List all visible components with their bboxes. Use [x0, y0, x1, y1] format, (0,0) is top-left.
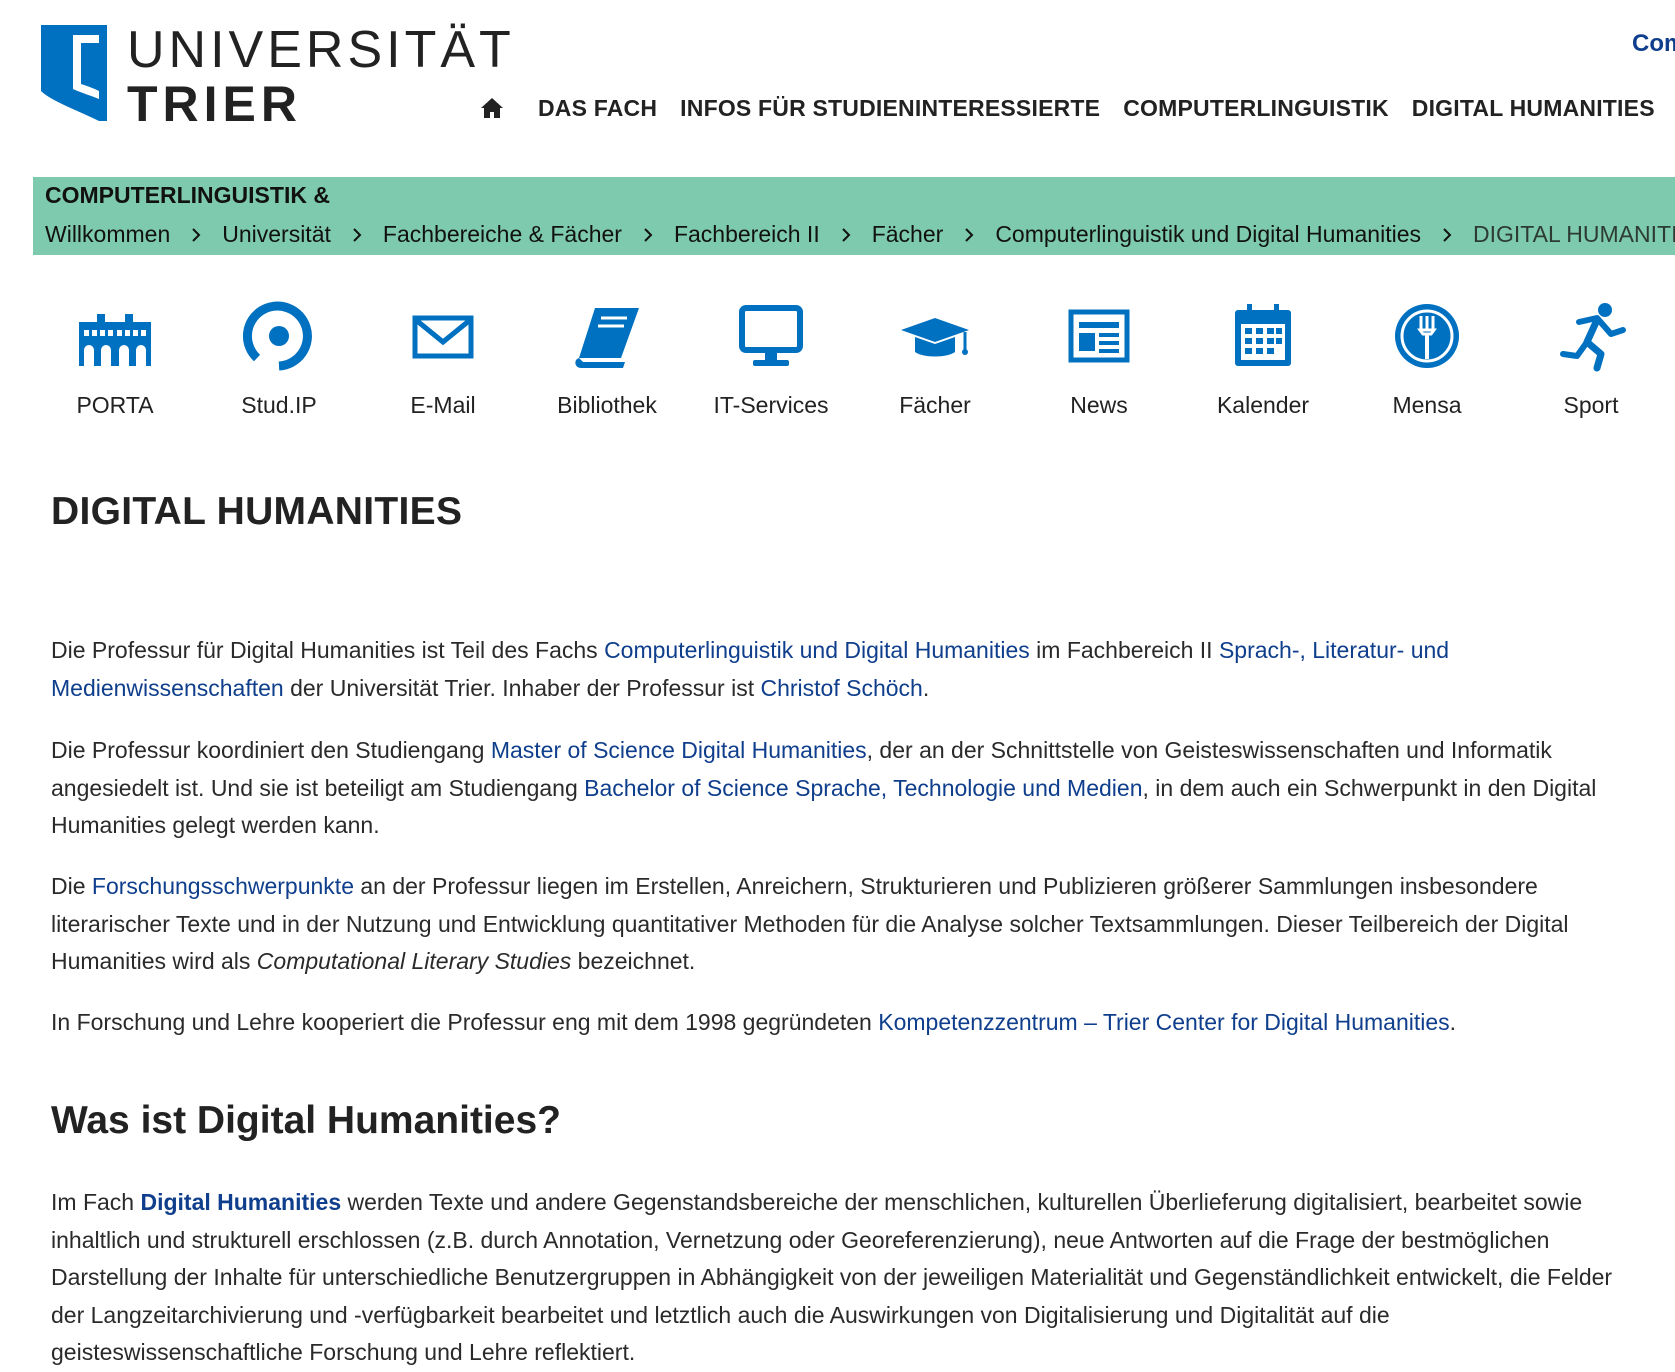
home-icon[interactable] [480, 97, 504, 119]
quicklink-label: Fächer [899, 392, 971, 418]
quicklink-label: Kalender [1216, 392, 1310, 418]
calendar-icon [1235, 304, 1291, 366]
quicklink-news[interactable]: News [1017, 300, 1181, 419]
link-bachelor-stm[interactable]: Bachelor of Science Sprache, Technologie… [584, 775, 1142, 801]
link-digital-humanities[interactable]: Digital Humanities [140, 1189, 341, 1215]
quicklink-label: IT-Services [713, 392, 829, 418]
paragraph-studiengang: Die Professur koordiniert den Studiengan… [51, 732, 1631, 845]
link-computerlinguistik-dh[interactable]: Computerlinguistik und Digital Humanitie… [604, 637, 1030, 663]
logo-text-trier: TRIER [127, 76, 302, 132]
service-link[interactable]: Com [1632, 30, 1675, 58]
breadcrumb: Willkommen Universität Fachbereiche & Fä… [45, 221, 1675, 248]
text: Die [51, 873, 92, 899]
text: im Fachbereich II [1029, 637, 1219, 663]
graduation-cap-icon [901, 318, 969, 357]
breadcrumb-item-fachbereich-ii[interactable]: Fachbereich II [674, 221, 820, 248]
nav-item-das-fach[interactable]: DAS FACH [538, 95, 657, 122]
text: bezeichnet. [571, 948, 696, 974]
logo-mark-icon [41, 25, 107, 121]
main-nav: DAS FACH INFOS FÜR STUDIENINTERESSIERTE … [480, 88, 1675, 128]
quicklink-label: Stud.IP [241, 392, 317, 418]
quicklink-label: Sport [1563, 392, 1619, 418]
quicklink-label: News [1070, 392, 1128, 418]
text: In Forschung und Lehre kooperiert die Pr… [51, 1009, 879, 1035]
breadcrumb-item-faecher[interactable]: Fächer [872, 221, 944, 248]
link-kompetenzzentrum[interactable]: Kompetenzzentrum – Trier Center for Digi… [878, 1009, 1449, 1035]
studip-icon [243, 301, 312, 371]
section-band: COMPUTERLINGUISTIK & Willkommen Universi… [33, 177, 1675, 255]
logo-text-universitaet: UNIVERSITÄT [127, 21, 515, 79]
paragraph-definition: Im Fach Digital Humanities werden Texte … [51, 1184, 1631, 1372]
link-forschungsschwerpunkte[interactable]: Forschungsschwerpunkte [92, 873, 354, 899]
quicklink-label: Mensa [1392, 392, 1462, 418]
quicklinks-bar: PORTA Stud.IP E-Mail Bibliothek IT-Servi… [33, 300, 1675, 420]
chevron-right-icon [1443, 227, 1452, 242]
quicklink-it-services[interactable]: IT-Services [689, 300, 853, 419]
breadcrumb-item-willkommen[interactable]: Willkommen [45, 221, 170, 248]
quicklink-label: PORTA [76, 392, 154, 418]
nav-item-digital-humanities[interactable]: DIGITAL HUMANITIES [1412, 95, 1655, 122]
chevron-right-icon [965, 227, 974, 242]
quicklink-email[interactable]: E-Mail [361, 300, 525, 419]
quicklink-sport[interactable]: Sport [1509, 300, 1673, 419]
cutlery-icon [1395, 304, 1459, 368]
nav-item-computerlinguistik[interactable]: COMPUTERLINGUISTIK [1123, 95, 1389, 122]
section-title[interactable]: COMPUTERLINGUISTIK & [45, 182, 330, 209]
envelope-icon [412, 315, 474, 359]
quicklink-kalender[interactable]: Kalender [1181, 300, 1345, 419]
text: . [922, 674, 930, 701]
emphasis-cls: Computational Literary Studies [256, 948, 572, 974]
quicklink-bibliothek[interactable]: Bibliothek [525, 300, 689, 419]
text: Die Professur koordiniert den Studiengan… [51, 737, 491, 763]
breadcrumb-current: DIGITAL HUMANITIES [1473, 221, 1675, 247]
text: der Universität Trier. Inhaber der Profe… [283, 674, 761, 701]
text: Die Professur für Digital Humanities ist… [51, 637, 605, 663]
quicklink-studip[interactable]: Stud.IP [197, 300, 361, 419]
page-title: DIGITAL HUMANITIES [51, 490, 463, 533]
chevron-right-icon [192, 227, 201, 242]
porta-gate-icon [79, 314, 151, 366]
text: . [1449, 1009, 1457, 1035]
paragraph-intro: Die Professur für Digital Humanities ist… [51, 632, 1631, 707]
quicklink-label: E-Mail [410, 392, 476, 418]
monitor-icon [739, 305, 803, 366]
breadcrumb-item-cl-dh[interactable]: Computerlinguistik und Digital Humanitie… [995, 221, 1421, 248]
university-logo[interactable]: UNIVERSITÄT TRIER [41, 21, 511, 132]
text: Im Fach [51, 1189, 141, 1215]
quicklink-faecher[interactable]: Fächer [853, 300, 1017, 419]
section-heading: Was ist Digital Humanities? [51, 1099, 561, 1142]
breadcrumb-item-universitaet[interactable]: Universität [222, 221, 331, 248]
chevron-right-icon [353, 227, 362, 242]
chevron-right-icon [644, 227, 653, 242]
paragraph-kooperation: In Forschung und Lehre kooperiert die Pr… [51, 1004, 1456, 1042]
breadcrumb-item-fachbereiche[interactable]: Fachbereiche & Fächer [383, 221, 622, 248]
newspaper-icon [1068, 309, 1130, 363]
chevron-right-icon [842, 227, 851, 242]
link-master-dh[interactable]: Master of Science Digital Humanities [491, 737, 867, 763]
quicklink-mensa[interactable]: Mensa [1345, 300, 1509, 419]
nav-item-infos-studieninteressierte[interactable]: INFOS FÜR STUDIENINTERESSIERTE [680, 95, 1100, 122]
paragraph-forschung: Die Forschungsschwerpunkte an der Profes… [51, 868, 1631, 981]
book-icon [575, 308, 639, 368]
main-content: DIGITAL HUMANITIES Die Professur für Dig… [51, 490, 1631, 1365]
runner-icon [1560, 303, 1626, 372]
quicklink-porta[interactable]: PORTA [33, 300, 197, 419]
link-christof-schoech[interactable]: Christof Schöch [761, 675, 923, 701]
text: werden Texte und andere Gegenstandsberei… [51, 1189, 1613, 1365]
quicklink-label: Bibliothek [557, 392, 657, 418]
